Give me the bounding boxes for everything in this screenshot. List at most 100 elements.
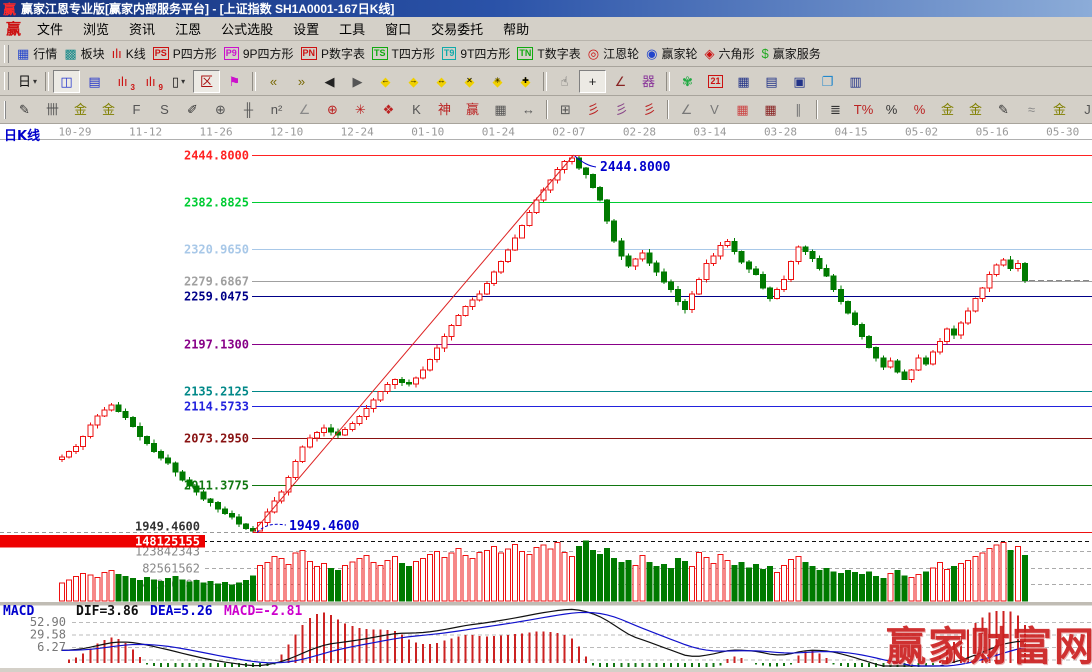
view-flag-mark-icon[interactable]: ⚑	[221, 70, 248, 93]
view-chart-layout-icon[interactable]: ◫	[53, 70, 80, 93]
view-pattern-tool-icon[interactable]: 器	[635, 70, 662, 93]
tool-p9-square-button[interactable]: P99P四方形	[221, 42, 297, 65]
tool-gann-wheel-button[interactable]: ◎江恩轮	[585, 42, 642, 65]
gann-circle-cross-icon[interactable]: ⊕	[319, 98, 346, 121]
gann-gold-scale-a-icon[interactable]: 金	[67, 98, 94, 121]
view-notepad-icon[interactable]: ▤	[758, 70, 785, 93]
view-expand-h-icon[interactable]: ◆↔	[428, 70, 455, 93]
gann-grid-dark-icon[interactable]: ▦	[757, 98, 784, 121]
view-pan-hand-icon[interactable]: ☝	[551, 70, 578, 93]
menu-item-gann[interactable]: 江恩	[165, 17, 211, 40]
volume-bars[interactable]	[60, 541, 1028, 601]
tool-sectors-button[interactable]: ▩板块	[61, 42, 107, 65]
view-ai-analysis-icon[interactable]: ✾	[674, 70, 701, 93]
tool-t-number-button[interactable]: TNT数字表	[514, 42, 583, 65]
view-snapshot-icon[interactable]: ❐	[814, 70, 841, 93]
view-angle-tool-icon[interactable]: ∠	[607, 70, 634, 93]
gann-spiral-scale-icon[interactable]: S	[151, 98, 178, 121]
trendline[interactable]	[253, 155, 574, 532]
gann-number-grid-icon[interactable]: ▦	[487, 98, 514, 121]
gann-ruler-scale-icon[interactable]: ╫	[235, 98, 262, 121]
view-grip-handle[interactable]	[4, 72, 9, 90]
menu-item-settings[interactable]: 设置	[283, 17, 329, 40]
view-fit-screen-icon[interactable]: ◆✚	[512, 70, 539, 93]
menu-item-news[interactable]: 资讯	[119, 17, 165, 40]
gann-v-shape-icon[interactable]: V	[701, 98, 728, 121]
menu-item-file[interactable]: 文件	[27, 17, 73, 40]
gann-vertical-pen-icon[interactable]: ✎	[990, 98, 1017, 121]
view-calendar-icon[interactable]: 21	[702, 70, 729, 93]
view-save-icon[interactable]: ▣	[786, 70, 813, 93]
gann-shen-scale-icon[interactable]: 神	[431, 98, 458, 121]
view-matrix-calc-icon[interactable]: ▦	[730, 70, 757, 93]
chart-region[interactable]: 10-2911-1211-2612-1012-2401-1001-2402-07…	[0, 124, 1092, 668]
view-expand-all-icon[interactable]: ◆✳	[484, 70, 511, 93]
gann-star-rays-icon[interactable]: ✳	[347, 98, 374, 121]
gann-t-percent-icon[interactable]: T%	[850, 98, 877, 121]
gann-grip-handle[interactable]	[4, 101, 6, 119]
gann-parallel-lines-icon[interactable]: ∥	[785, 98, 812, 121]
view-region-select-icon[interactable]: 区	[193, 70, 220, 93]
view-crosshair-icon[interactable]: +	[579, 70, 606, 93]
view-jump-first-icon[interactable]: «	[260, 70, 287, 93]
tool-hexagon-button[interactable]: ◈六角形	[701, 42, 757, 65]
kline-chart-canvas[interactable]: 10-2911-1211-2612-1012-2401-1001-2402-07…	[0, 124, 1092, 668]
menu-item-formula-select[interactable]: 公式选股	[211, 17, 283, 40]
macd-pane[interactable]: 52.9029.586.27	[30, 609, 1092, 667]
menu-item-window[interactable]: 窗口	[375, 17, 421, 40]
menu-item-trade-entrust[interactable]: 交易委托	[421, 17, 493, 40]
view-bars-3-icon[interactable]: ılı3	[109, 70, 136, 93]
view-candle-type-icon[interactable]: ▯▾	[165, 70, 192, 93]
tool-grip-handle[interactable]	[4, 45, 9, 63]
pane-splitter[interactable]	[0, 602, 1092, 606]
tool-winner-wheel-button[interactable]: ◉赢家轮	[643, 42, 700, 65]
menu-item-browse[interactable]: 浏览	[73, 17, 119, 40]
view-zoom-in-h-icon[interactable]: ◆→	[400, 70, 427, 93]
menu-item-tools[interactable]: 工具	[329, 17, 375, 40]
gann-f-scale-icon[interactable]: F	[123, 98, 150, 121]
gann-tick-scale-icon[interactable]: 卌	[39, 98, 66, 121]
tool-winner-service-button[interactable]: $赢家服务	[759, 42, 824, 65]
view-bars-9-icon[interactable]: ılı9	[137, 70, 164, 93]
gann-gold-circle-icon[interactable]: 金	[934, 98, 961, 121]
gann-fan-box-a-icon[interactable]: 彡	[608, 98, 635, 121]
gann-gold-scale-b-icon[interactable]: 金	[95, 98, 122, 121]
gann-wave-ruler-icon[interactable]: ≈	[1018, 98, 1045, 121]
gann-gold-lines-icon[interactable]: 金	[962, 98, 989, 121]
title-bar[interactable]: 赢 赢家江恩专业版[赢家内部服务平台] - [上证指数 SH1A0001-167…	[0, 0, 1092, 17]
gann-speed-line-icon[interactable]: ∠	[673, 98, 700, 121]
gann-gold-angle-a-icon[interactable]: 金	[1046, 98, 1073, 121]
view-info-panel-icon[interactable]: ▤	[81, 70, 108, 93]
tool-t-square-button[interactable]: TST四方形	[369, 42, 438, 65]
view-period-day-icon[interactable]: 日▾	[14, 70, 41, 93]
view-step-back-icon[interactable]: ◀	[316, 70, 343, 93]
gann-fan-box-b-icon[interactable]: 彡	[636, 98, 663, 121]
gann-frame-tool-icon[interactable]: ⊞	[552, 98, 579, 121]
tool-kline-button[interactable]: ılıK线	[109, 42, 149, 65]
gann-mark-pen-icon[interactable]: ✐	[179, 98, 206, 121]
view-compress-icon[interactable]: ◆✕	[456, 70, 483, 93]
tool-p-square-button[interactable]: PSP四方形	[150, 42, 220, 65]
gann-width-ruler-icon[interactable]: ↔	[515, 98, 542, 121]
gann-j-angle-icon[interactable]: J	[1074, 98, 1092, 121]
gann-ying-scale-icon[interactable]: 赢	[459, 98, 486, 121]
gann-percent-icon[interactable]: %	[878, 98, 905, 121]
gann-ratio-scale-icon[interactable]: ≣	[822, 98, 849, 121]
tool-p-number-button[interactable]: PNP数字表	[298, 42, 369, 65]
gann-draw-pen-icon[interactable]: ✎	[11, 98, 38, 121]
gann-fan-lines-icon[interactable]: 彡	[580, 98, 607, 121]
gann-n2-scale-icon[interactable]: n²	[263, 98, 290, 121]
gann-grid-red-icon[interactable]: ▦	[729, 98, 756, 121]
view-step-forward-icon[interactable]: ▶	[344, 70, 371, 93]
view-zoom-out-h-icon[interactable]: ◆←	[372, 70, 399, 93]
gann-gann-circle-icon[interactable]: ⊕	[207, 98, 234, 121]
view-jump-last-icon[interactable]: »	[288, 70, 315, 93]
gann-protractor-icon[interactable]: ∠	[291, 98, 318, 121]
gann-k-ruler-icon[interactable]: K	[403, 98, 430, 121]
tool-quotes-button[interactable]: ▦行情	[14, 42, 60, 65]
view-print-icon[interactable]: ▥	[842, 70, 869, 93]
tool-t9-square-button[interactable]: T99T四方形	[439, 42, 514, 65]
gann-percent-line-icon[interactable]: %	[906, 98, 933, 121]
menu-item-help[interactable]: 帮助	[493, 17, 539, 40]
gann-star-grid-icon[interactable]: ❖	[375, 98, 402, 121]
